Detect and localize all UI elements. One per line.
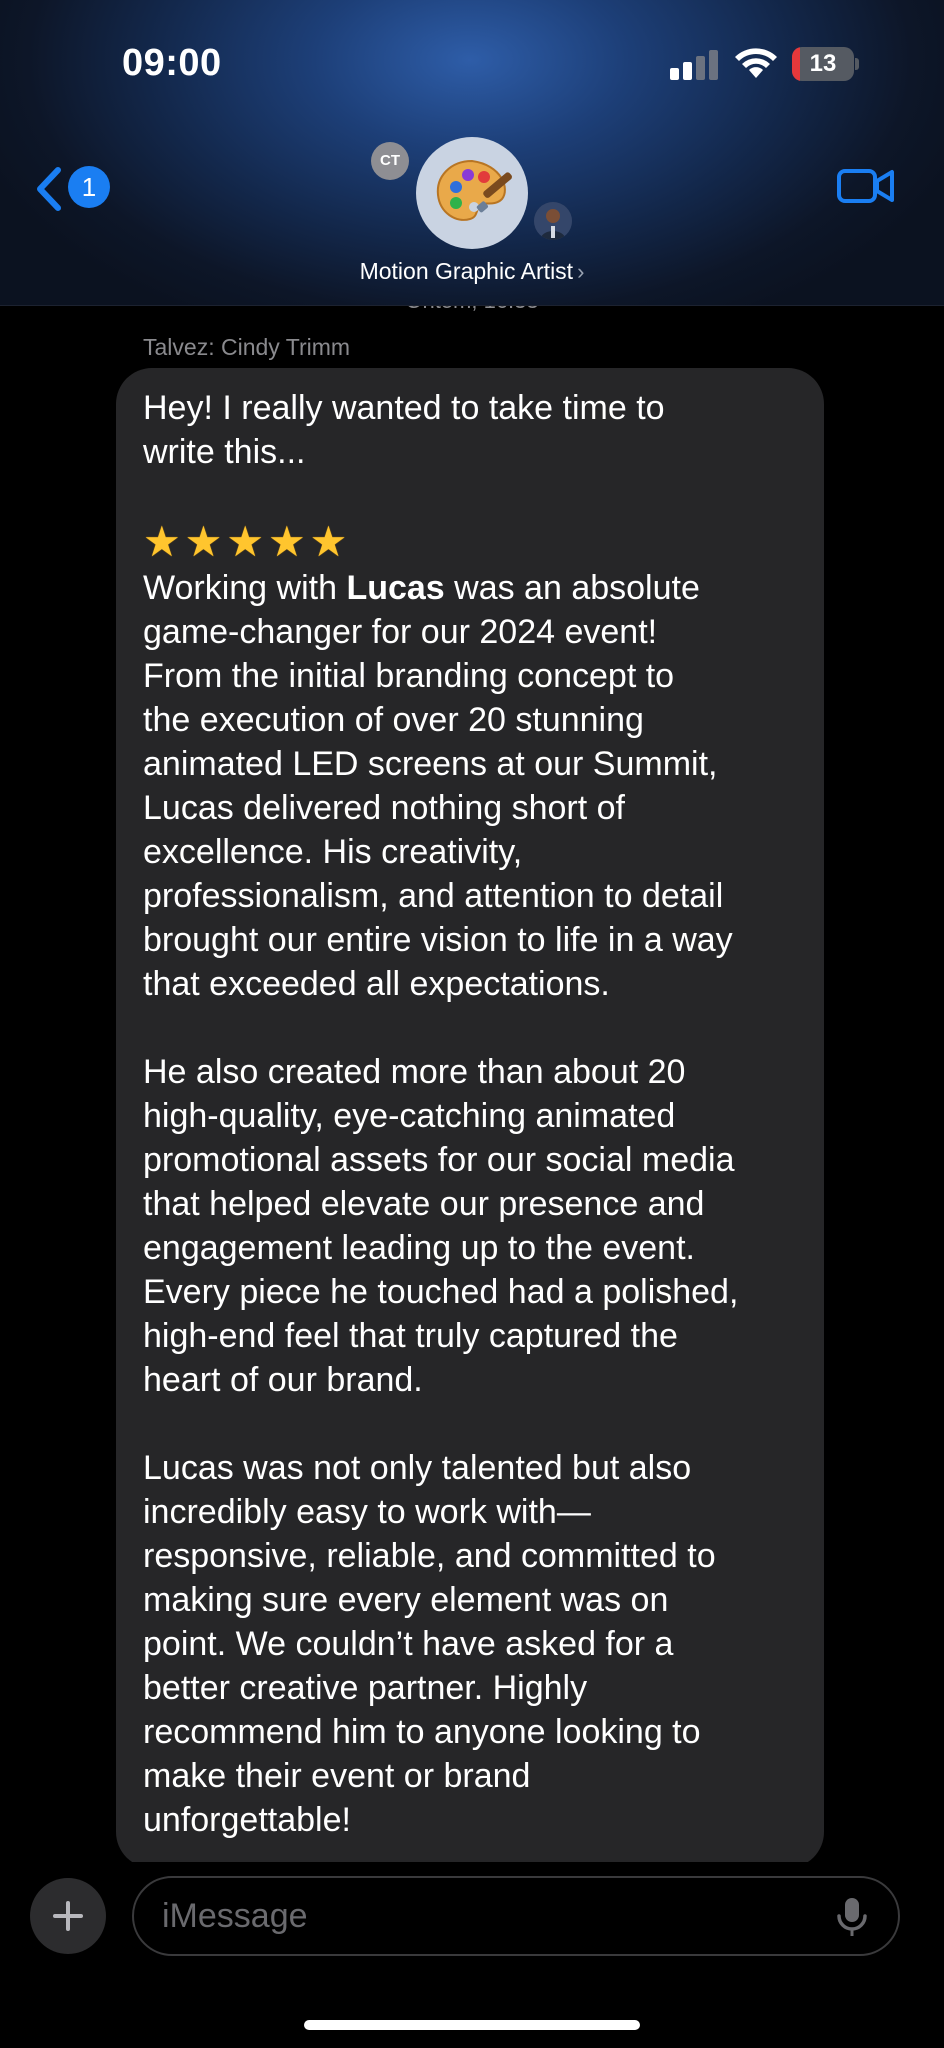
- message-text: Working with: [143, 569, 347, 607]
- group-name[interactable]: Motion Graphic Artist ›: [0, 258, 944, 285]
- back-button[interactable]: 1: [34, 162, 114, 214]
- unread-badge: 1: [68, 166, 110, 208]
- star-icon: ★: [143, 518, 181, 565]
- avatar[interactable]: [534, 202, 572, 240]
- message-intro: Hey! I really wanted to take time to wri…: [143, 389, 665, 471]
- star-icon: ★: [267, 518, 306, 565]
- sender-name: Talvez: Cindy Trimm: [143, 334, 351, 360]
- group-avatar[interactable]: [416, 137, 528, 249]
- chevron-left-icon: [37, 167, 61, 211]
- palette-icon: [436, 159, 512, 221]
- avatar[interactable]: CT: [371, 142, 409, 180]
- message-bubble[interactable]: Hey! I really wanted to take time to wri…: [116, 368, 824, 1868]
- message-paragraph-3: Lucas was not only talented but also inc…: [143, 1449, 716, 1839]
- message-input-container[interactable]: [132, 1876, 900, 1956]
- message-text: was an absolute game-changer for our 202…: [143, 569, 733, 1003]
- battery-icon: 13: [792, 47, 859, 81]
- wifi-icon: [734, 46, 778, 80]
- cellular-signal-icon: [670, 50, 718, 80]
- star-icon: ★: [226, 518, 264, 565]
- battery-level: 13: [809, 50, 837, 77]
- status-time: 09:00: [122, 42, 222, 84]
- message-paragraph-2: He also created more than about 20 high-…: [143, 1053, 739, 1399]
- dictation-button[interactable]: [834, 1896, 870, 1940]
- chevron-right-icon: ›: [577, 259, 585, 284]
- star-icon: ★: [184, 518, 223, 565]
- home-indicator[interactable]: [304, 2020, 640, 2030]
- message-paragraph-1: Working with Lucas was an absolute game-…: [143, 566, 798, 1006]
- message-input[interactable]: [162, 1892, 802, 1940]
- star-rating: ★ ★ ★ ★ ★: [143, 518, 798, 566]
- microphone-icon: [837, 1898, 867, 1936]
- star-icon: ★: [309, 518, 348, 565]
- message-bold-name: Lucas: [346, 569, 445, 607]
- add-attachment-button[interactable]: [30, 1878, 106, 1954]
- video-camera-icon: [837, 169, 894, 203]
- video-call-button[interactable]: [836, 166, 896, 206]
- conversation-header: 09:00 13 1 CT Motion Graphic Artist ›: [0, 0, 944, 306]
- group-name-label: Motion Graphic Artist: [359, 258, 574, 284]
- person-icon: [534, 202, 572, 240]
